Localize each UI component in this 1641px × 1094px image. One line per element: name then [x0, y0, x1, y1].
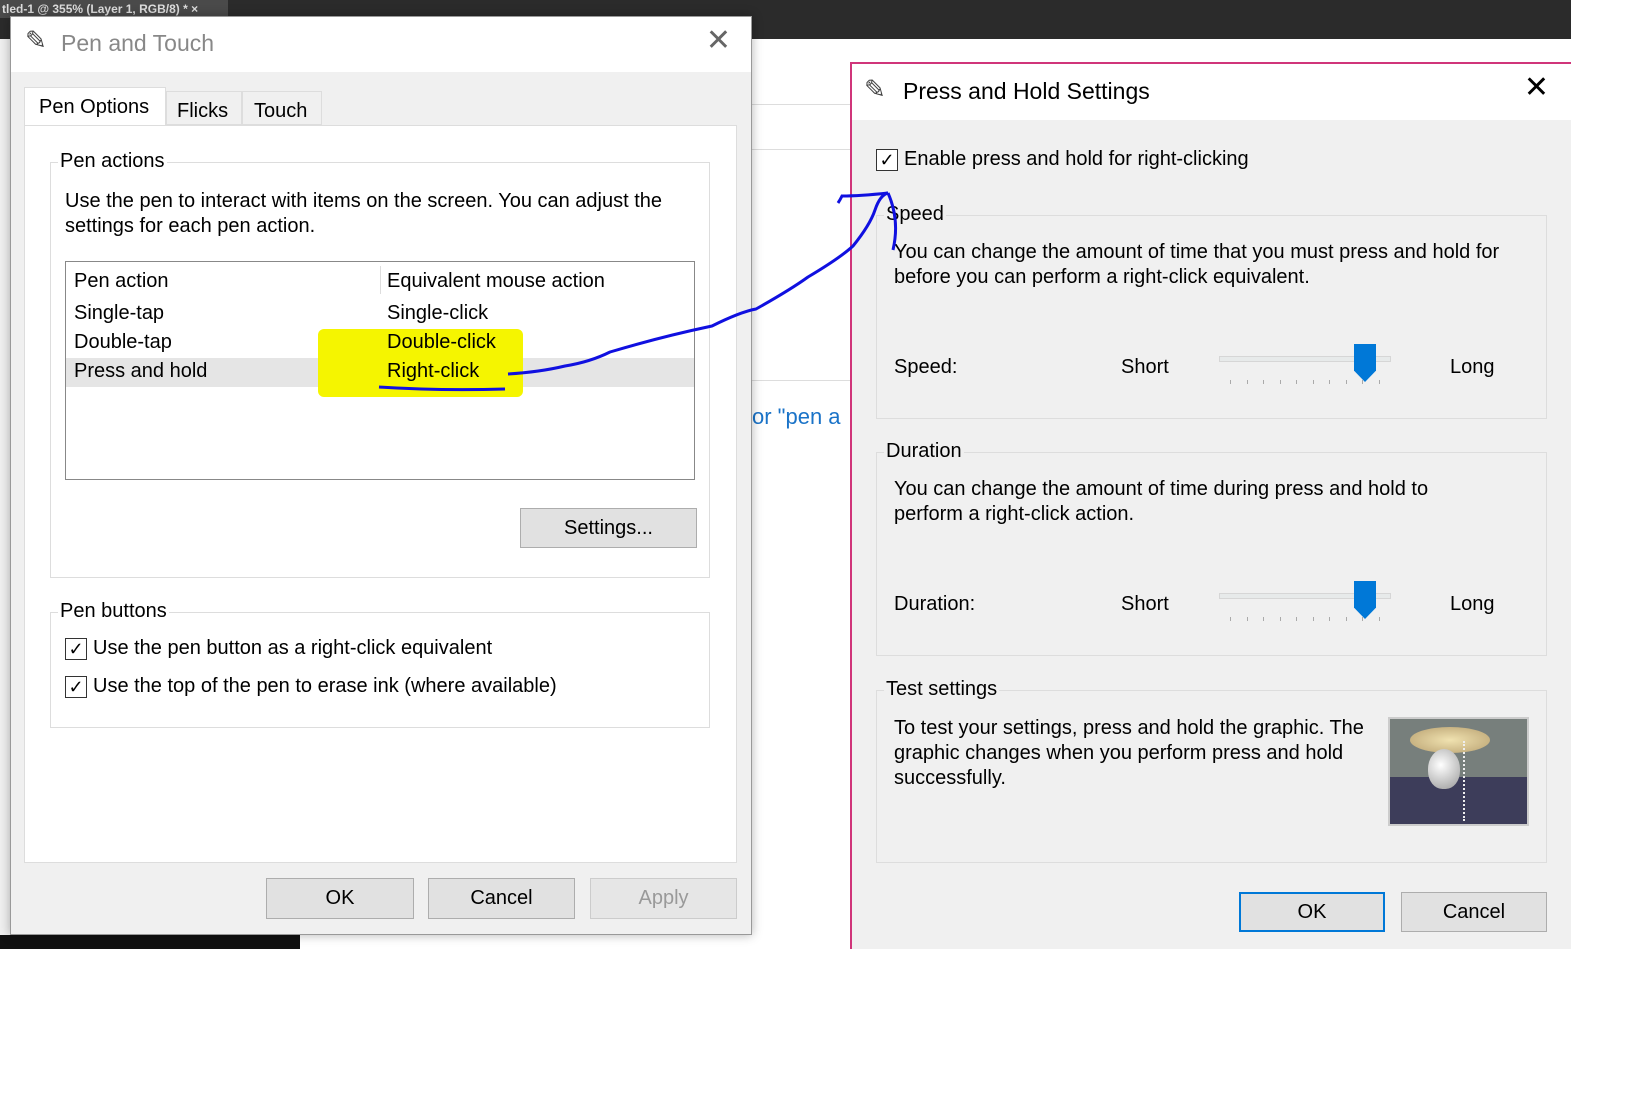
- ink-connector: [507, 191, 898, 376]
- mouse-action: Double-click: [387, 331, 496, 353]
- mouse-action: Right-click: [387, 360, 480, 382]
- ink-annotation-stroke: [378, 191, 898, 392]
- ink-underline: [378, 385, 506, 392]
